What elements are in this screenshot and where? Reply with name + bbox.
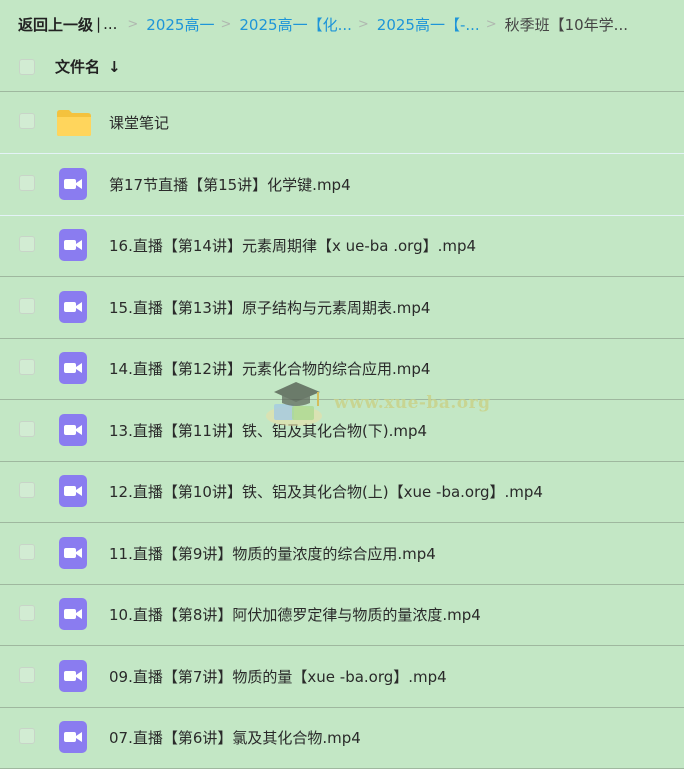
chevron-right-icon: >: [357, 16, 369, 32]
file-list-header: 文件名 ↓: [0, 45, 684, 92]
file-row[interactable]: 07.直播【第6讲】氯及其化合物.mp4: [0, 707, 684, 769]
file-name[interactable]: 16.直播【第14讲】元素周期律【x ue-ba .org】.mp4: [109, 235, 476, 256]
video-file-icon: [59, 168, 87, 200]
row-checkbox[interactable]: [19, 605, 35, 621]
file-row[interactable]: 15.直播【第13讲】原子结构与元素周期表.mp4: [0, 277, 684, 339]
breadcrumb-item-1[interactable]: 2025高一: [146, 14, 214, 35]
file-row[interactable]: 09.直播【第7讲】物质的量【xue -ba.org】.mp4: [0, 646, 684, 708]
breadcrumb-current: 秋季班【10年学...: [504, 15, 628, 34]
folder-icon: [57, 110, 91, 136]
row-checkbox[interactable]: [19, 544, 35, 560]
breadcrumb-separator: |: [96, 15, 102, 33]
chevron-right-icon: >: [220, 16, 232, 32]
file-row[interactable]: 第17节直播【第15讲】化学键.mp4: [0, 154, 684, 216]
file-row[interactable]: 11.直播【第9讲】物质的量浓度的综合应用.mp4: [0, 523, 684, 585]
arrow-down-icon[interactable]: ↓: [108, 58, 121, 76]
file-name[interactable]: 14.直播【第12讲】元素化合物的综合应用.mp4: [109, 358, 430, 379]
chevron-right-icon: >: [127, 16, 139, 32]
breadcrumb-ellipsis[interactable]: ...: [103, 15, 117, 33]
breadcrumb-item-3[interactable]: 2025高一【-...: [377, 14, 480, 35]
breadcrumb: 返回上一级 | ... > 2025高一 > 2025高一【化... > 202…: [18, 12, 628, 36]
file-name[interactable]: 课堂笔记: [109, 112, 169, 133]
file-name[interactable]: 12.直播【第10讲】铁、铝及其化合物(上)【xue -ba.org】.mp4: [109, 481, 543, 502]
file-name[interactable]: 第17节直播【第15讲】化学键.mp4: [109, 174, 351, 195]
video-file-icon: [59, 414, 87, 446]
row-checkbox[interactable]: [19, 359, 35, 375]
row-checkbox[interactable]: [19, 236, 35, 252]
video-file-icon: [59, 537, 87, 569]
video-file-icon: [59, 352, 87, 384]
file-name[interactable]: 07.直播【第6讲】氯及其化合物.mp4: [109, 727, 361, 748]
video-file-icon: [59, 291, 87, 323]
back-link[interactable]: 返回上一级: [18, 14, 93, 35]
file-name[interactable]: 11.直播【第9讲】物质的量浓度的综合应用.mp4: [109, 543, 436, 564]
file-row[interactable]: 16.直播【第14讲】元素周期律【x ue-ba .org】.mp4: [0, 215, 684, 277]
name-column-label: 文件名: [55, 58, 101, 76]
row-checkbox[interactable]: [19, 482, 35, 498]
row-checkbox[interactable]: [19, 175, 35, 191]
breadcrumb-item-2[interactable]: 2025高一【化...: [239, 14, 351, 35]
video-file-icon: [59, 598, 87, 630]
row-checkbox[interactable]: [19, 421, 35, 437]
file-row[interactable]: 13.直播【第11讲】铁、铝及其化合物(下).mp4: [0, 400, 684, 462]
name-column-header[interactable]: 文件名 ↓: [55, 56, 121, 77]
row-checkbox[interactable]: [19, 728, 35, 744]
video-file-icon: [59, 475, 87, 507]
video-file-icon: [59, 660, 87, 692]
file-row[interactable]: 14.直播【第12讲】元素化合物的综合应用.mp4: [0, 338, 684, 400]
file-row[interactable]: 10.直播【第8讲】阿伏加德罗定律与物质的量浓度.mp4: [0, 584, 684, 646]
file-name[interactable]: 13.直播【第11讲】铁、铝及其化合物(下).mp4: [109, 420, 427, 441]
file-name[interactable]: 15.直播【第13讲】原子结构与元素周期表.mp4: [109, 297, 430, 318]
file-name[interactable]: 09.直播【第7讲】物质的量【xue -ba.org】.mp4: [109, 666, 447, 687]
row-checkbox[interactable]: [19, 113, 35, 129]
folder-row[interactable]: 课堂笔记: [0, 92, 684, 154]
row-checkbox[interactable]: [19, 667, 35, 683]
row-checkbox[interactable]: [19, 298, 35, 314]
file-row[interactable]: 12.直播【第10讲】铁、铝及其化合物(上)【xue -ba.org】.mp4: [0, 461, 684, 523]
video-file-icon: [59, 229, 87, 261]
file-name[interactable]: 10.直播【第8讲】阿伏加德罗定律与物质的量浓度.mp4: [109, 604, 481, 625]
select-all-checkbox[interactable]: [19, 59, 35, 75]
video-file-icon: [59, 721, 87, 753]
chevron-right-icon: >: [485, 16, 497, 32]
